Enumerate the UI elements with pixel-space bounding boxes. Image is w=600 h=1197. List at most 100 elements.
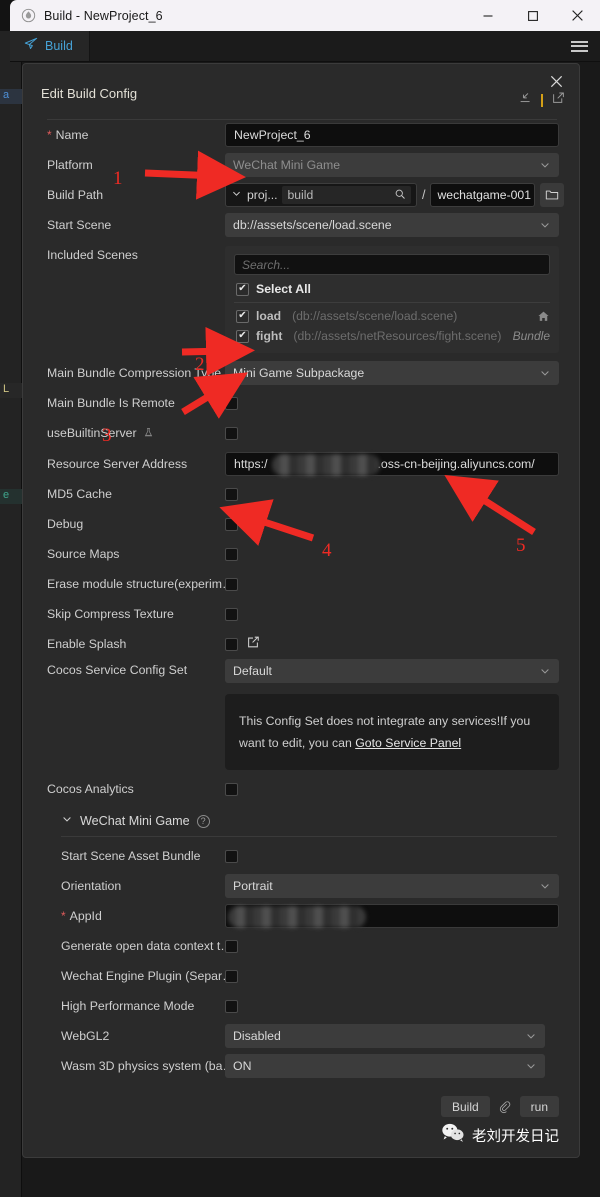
- wechat-section-header[interactable]: WeChat Mini Game ?: [23, 808, 581, 834]
- build-button[interactable]: Build: [440, 1096, 490, 1117]
- scene-name: load: [256, 309, 282, 323]
- source-maps-checkbox[interactable]: [225, 547, 238, 561]
- row-generate-open-data-context: Generate open data context t…: [23, 931, 581, 961]
- build-path-controls: proj... build / wechatgame-001: [225, 183, 565, 207]
- start-scene-select[interactable]: db://assets/scene/load.scene: [225, 213, 559, 237]
- section-divider: [61, 836, 557, 837]
- row-main-bundle-is-remote: Main Bundle Is Remote: [23, 388, 581, 418]
- scene-checkbox[interactable]: [236, 329, 249, 343]
- required-asterisk: *: [61, 909, 66, 923]
- footer-buttons: Build run: [440, 1096, 559, 1117]
- enable-splash-checkbox[interactable]: [225, 637, 238, 651]
- scene-path: (db://assets/scene/load.scene): [292, 309, 458, 323]
- debug-label: Debug: [47, 517, 84, 531]
- erase-module-structure-checkbox[interactable]: [225, 577, 238, 591]
- watermark-text: 老刘开发日记: [472, 1128, 559, 1145]
- wasm-3d-physics-select[interactable]: ON: [225, 1054, 545, 1078]
- appid-label: * AppId: [61, 909, 102, 923]
- platform-select[interactable]: WeChat Mini Game: [225, 153, 559, 177]
- row-cocos-service-config-set: Cocos Service Config Set Default: [23, 659, 581, 689]
- row-debug: Debug: [23, 509, 581, 539]
- high-performance-mode-checkbox[interactable]: [225, 999, 238, 1013]
- tab-build[interactable]: Build: [10, 31, 90, 61]
- wasm-3d-physics-label: Wasm 3D physics system (ba…: [61, 1059, 225, 1073]
- main-bundle-compression-type-select[interactable]: Mini Game Subpackage: [225, 360, 559, 385]
- chevron-down-icon: [539, 880, 551, 892]
- hamburger-menu-icon[interactable]: [571, 31, 600, 61]
- wechat-section-title: WeChat Mini Game: [80, 814, 190, 828]
- row-erase-module-structure: Erase module structure(experim…: [23, 569, 581, 599]
- required-asterisk: *: [47, 128, 52, 142]
- tab-build-label: Build: [45, 39, 73, 53]
- wechat-engine-plugin-checkbox[interactable]: [225, 969, 238, 983]
- row-included-scenes: Included Scenes Search... Select All loa…: [23, 240, 581, 353]
- question-mark-icon[interactable]: ?: [196, 814, 210, 828]
- goto-service-panel-link[interactable]: Goto Service Panel: [355, 736, 461, 750]
- collapse-arrow-icon[interactable]: [519, 91, 532, 109]
- scenes-select-all-row[interactable]: Select All: [234, 275, 550, 303]
- paper-plane-icon: [24, 37, 38, 56]
- cocos-analytics-checkbox[interactable]: [225, 782, 238, 796]
- open-external-icon[interactable]: [552, 91, 565, 109]
- build-path-dir-input[interactable]: wechatgame-001: [430, 183, 536, 207]
- chevron-down-icon: [525, 1030, 537, 1042]
- appid-input[interactable]: [225, 904, 559, 928]
- application-window: a L e Build Edit Build Config * Name New…: [0, 0, 600, 1197]
- home-icon[interactable]: [537, 310, 550, 323]
- redacted-mask: [228, 906, 366, 928]
- maximize-button[interactable]: [510, 0, 555, 31]
- build-path-root[interactable]: proj... build: [225, 183, 417, 207]
- paperclip-icon[interactable]: [498, 1100, 512, 1114]
- header-divider: [541, 93, 543, 107]
- start-scene-asset-bundle-checkbox[interactable]: [225, 849, 238, 863]
- minimize-button[interactable]: [465, 0, 510, 31]
- scene-item-fight[interactable]: fight (db://assets/netResources/fight.sc…: [234, 323, 550, 343]
- chevron-down-icon: [539, 159, 551, 171]
- scene-item-load[interactable]: load (db://assets/scene/load.scene): [234, 303, 550, 323]
- chevron-down-icon: [525, 1060, 537, 1072]
- orientation-select[interactable]: Portrait: [225, 874, 559, 898]
- run-button[interactable]: run: [519, 1096, 559, 1117]
- close-icon[interactable]: [545, 70, 567, 92]
- folder-icon[interactable]: [540, 183, 565, 207]
- row-platform: Platform WeChat Mini Game: [23, 150, 581, 180]
- wechat-engine-plugin-label: Wechat Engine Plugin (Separ…: [61, 969, 225, 983]
- md5-cache-checkbox[interactable]: [225, 487, 238, 501]
- main-bundle-is-remote-label: Main Bundle Is Remote: [47, 396, 175, 410]
- generate-open-data-context-checkbox[interactable]: [225, 939, 238, 953]
- webgl2-label: WebGL2: [61, 1029, 110, 1043]
- cocos-analytics-label: Cocos Analytics: [47, 782, 134, 796]
- row-service-hint: This Config Set does not integrate any s…: [23, 689, 581, 770]
- name-input[interactable]: NewProject_6: [225, 123, 559, 147]
- build-path-project-token: proj...: [247, 188, 278, 202]
- edit-square-icon[interactable]: [246, 635, 260, 654]
- row-source-maps: Source Maps: [23, 539, 581, 569]
- webgl2-select[interactable]: Disabled: [225, 1024, 545, 1048]
- main-bundle-is-remote-checkbox[interactable]: [225, 396, 238, 410]
- dialog-header: Edit Build Config: [23, 64, 579, 120]
- use-builtin-server-label: useBuiltinServer: [47, 426, 225, 440]
- included-scenes-box: Search... Select All load (db://assets/s…: [225, 246, 559, 353]
- debug-checkbox[interactable]: [225, 517, 238, 531]
- scenes-search-input[interactable]: Search...: [234, 254, 550, 275]
- skip-compress-texture-checkbox[interactable]: [225, 607, 238, 621]
- use-builtin-server-checkbox[interactable]: [225, 426, 238, 440]
- cocos-droplet-icon: [20, 8, 36, 24]
- build-path-folder-input[interactable]: build: [282, 186, 411, 204]
- select-all-checkbox[interactable]: [236, 282, 249, 296]
- close-button[interactable]: [555, 0, 600, 31]
- cocos-service-config-set-select[interactable]: Default: [225, 659, 559, 683]
- scene-checkbox[interactable]: [236, 309, 249, 323]
- resource-server-address-input[interactable]: https:/.oss-cn-beijing.aliyuncs.com/: [225, 451, 559, 476]
- background-strip-3: e: [0, 489, 22, 504]
- watermark: 老刘开发日记: [441, 1119, 559, 1147]
- row-main-bundle-compression-type: Main Bundle Compression Type Mini Game S…: [23, 357, 581, 388]
- row-skip-compress-texture: Skip Compress Texture: [23, 599, 581, 629]
- main-bundle-compression-type-label: Main Bundle Compression Type: [47, 365, 222, 380]
- start-scene-label: Start Scene: [47, 218, 112, 232]
- chevron-down-icon[interactable]: [61, 812, 73, 830]
- name-label: * Name: [47, 128, 89, 142]
- magnifier-icon[interactable]: [394, 188, 406, 203]
- window-title: Build - NewProject_6: [44, 8, 163, 23]
- background-side-panel: a L e: [0, 31, 22, 1197]
